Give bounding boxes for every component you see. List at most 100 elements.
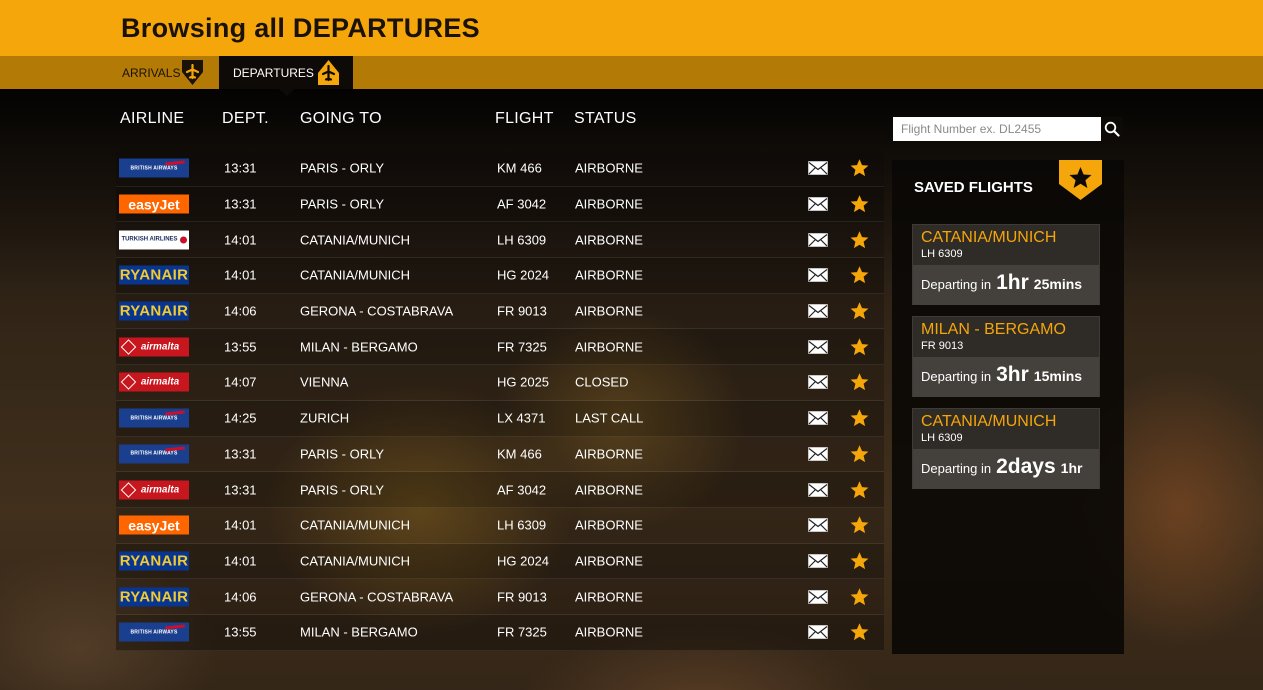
table-row[interactable]: BRITISH AIRWAYS 13:55 MILAN - BERGAMO FR 73…: [116, 614, 884, 651]
flight-status: AIRBORNE: [575, 446, 643, 462]
mail-icon[interactable]: [808, 268, 828, 283]
table-row[interactable]: RYANAIR 14:01 CATANIA/MUNICH HG 2024 AIRBORN…: [116, 543, 884, 580]
star-icon[interactable]: [850, 623, 869, 642]
destination: MILAN - BERGAMO: [300, 339, 418, 355]
page-title: Browsing all DEPARTURES: [121, 13, 480, 43]
departure-time: 13:55: [224, 624, 257, 640]
plane-arriving-icon: [182, 60, 203, 85]
airline-logo: TURKISH AIRLINES: [119, 230, 189, 250]
table-row[interactable]: airmalta 14:07 VIENNA HG 2025 CLOSED: [116, 365, 884, 401]
star-badge-icon: [1059, 160, 1102, 200]
table-row[interactable]: airmalta 13:55 MILAN - BERGAMO FR 7325 AIRBO…: [116, 329, 884, 366]
star-icon[interactable]: [850, 266, 869, 285]
star-icon[interactable]: [850, 302, 869, 321]
flight-number: LH 6309: [497, 517, 547, 533]
flight-status: AIRBORNE: [575, 267, 643, 283]
column-header-flight[interactable]: FLIGHT: [495, 110, 554, 128]
departure-time: 14:07: [224, 374, 257, 390]
flight-number: FR 9013: [497, 589, 547, 605]
flight-number: AF 3042: [497, 196, 547, 212]
star-icon[interactable]: [850, 195, 869, 214]
flight-status: AIRBORNE: [575, 232, 643, 248]
star-icon[interactable]: [850, 444, 869, 463]
mail-icon[interactable]: [808, 589, 828, 604]
table-row[interactable]: RYANAIR 14:06 GERONA - COSTABRAVA FR 9013 AI…: [116, 293, 884, 330]
mail-icon[interactable]: [808, 411, 828, 425]
column-header-dept[interactable]: DEPT.: [222, 110, 269, 128]
airline-logo: RYANAIR: [119, 301, 189, 321]
mail-icon[interactable]: [808, 518, 828, 532]
flight-status: AIRBORNE: [575, 482, 643, 498]
star-icon[interactable]: [850, 337, 869, 356]
column-header-going-to[interactable]: GOING TO: [300, 110, 382, 128]
mail-icon[interactable]: [808, 447, 828, 461]
table-row[interactable]: BRITISH AIRWAYS 14:25 ZURICH LX 4371 LAST CA…: [116, 400, 884, 437]
saved-flight-card[interactable]: MILAN - BERGAMO FR 9013 Departing in 3hr 15m…: [912, 316, 1100, 397]
departure-time: 13:31: [224, 482, 257, 498]
tab-arrivals[interactable]: ARRIVALS: [108, 56, 212, 89]
airline-logo: RYANAIR: [119, 551, 189, 571]
table-row[interactable]: easyJet 13:31 PARIS - ORLY AF 3042 AIRBORNE: [116, 186, 884, 223]
table-row[interactable]: airmalta 13:31 PARIS - ORLY AF 3042 AIRBORNE: [116, 472, 884, 508]
airline-logo: airmalta: [119, 480, 189, 500]
table-row[interactable]: TURKISH AIRLINES 14:01 CATANIA/MUNICH LH 63…: [116, 222, 884, 259]
star-icon[interactable]: [850, 551, 869, 570]
saved-flight-number: LH 6309: [921, 248, 963, 260]
departing-time-major: 2days: [996, 455, 1056, 478]
destination: CATANIA/MUNICH: [300, 553, 411, 569]
mail-icon[interactable]: [808, 340, 828, 354]
flight-status: CLOSED: [575, 374, 629, 390]
table-row[interactable]: easyJet 14:01 CATANIA/MUNICH LH 6309 AIRBORN…: [116, 507, 884, 544]
column-header-status[interactable]: STATUS: [574, 110, 637, 128]
mail-icon[interactable]: [808, 625, 828, 640]
airline-logo: airmalta: [119, 337, 189, 357]
tab-departures[interactable]: DEPARTURES: [219, 56, 353, 96]
search-icon: [1104, 121, 1120, 137]
search-button[interactable]: [1101, 117, 1123, 141]
departing-label: Departing in: [921, 277, 992, 292]
star-icon[interactable]: [850, 409, 869, 428]
star-icon[interactable]: [850, 516, 869, 535]
saved-flight-number: LH 6309: [921, 432, 963, 444]
star-icon[interactable]: [850, 230, 869, 249]
column-header-airline[interactable]: AIRLINE: [120, 110, 184, 128]
table-row[interactable]: BRITISH AIRWAYS 13:31 PARIS - ORLY KM 466 AI…: [116, 436, 884, 473]
departure-time: 13:55: [224, 339, 257, 355]
departing-time-major: 3hr: [996, 363, 1029, 386]
table-row[interactable]: BRITISH AIRWAYS 13:31 PARIS - ORLY KM 466 AI…: [116, 151, 884, 187]
star-icon[interactable]: [850, 159, 869, 178]
departure-time: 14:25: [224, 410, 257, 426]
destination: CATANIA/MUNICH: [300, 517, 411, 533]
star-icon[interactable]: [850, 587, 869, 606]
table-row[interactable]: RYANAIR 14:01 CATANIA/MUNICH HG 2024 AIRBORN…: [116, 258, 884, 294]
mail-icon[interactable]: [808, 161, 828, 176]
star-icon[interactable]: [850, 373, 869, 392]
destination: PARIS - ORLY: [300, 482, 385, 498]
destination: PARIS - ORLY: [300, 160, 385, 176]
mail-icon[interactable]: [808, 197, 828, 211]
mail-icon[interactable]: [808, 232, 828, 247]
destination: GERONA - COSTABRAVA: [300, 303, 454, 319]
departure-time: 14:01: [224, 232, 257, 248]
airline-logo: RYANAIR: [119, 265, 189, 285]
mail-icon[interactable]: [808, 482, 828, 497]
airline-logo: BRITISH AIRWAYS: [119, 408, 189, 428]
flight-status: AIRBORNE: [575, 196, 643, 212]
mail-icon[interactable]: [808, 304, 828, 318]
saved-destination: CATANIA/MUNICH: [921, 229, 1057, 246]
destination: GERONA - COSTABRAVA: [300, 589, 454, 605]
star-icon[interactable]: [850, 480, 869, 499]
departing-label: Departing in: [921, 369, 992, 384]
destination: ZURICH: [300, 410, 350, 426]
departure-time: 14:01: [224, 267, 257, 283]
flight-status: AIRBORNE: [575, 339, 643, 355]
saved-flight-card[interactable]: CATANIA/MUNICH LH 6309 Departing in 2days 1h…: [912, 408, 1100, 489]
tab-bar: ARRIVALS DEPARTURES: [0, 56, 1263, 141]
mail-icon[interactable]: [808, 554, 828, 568]
flight-number-search-input[interactable]: [893, 117, 1101, 141]
saved-flight-card[interactable]: CATANIA/MUNICH LH 6309 Departing in 1hr 25mi…: [912, 224, 1100, 305]
airline-logo: BRITISH AIRWAYS: [119, 622, 189, 642]
departure-time: 14:06: [224, 303, 257, 319]
mail-icon[interactable]: [808, 375, 828, 390]
table-row[interactable]: RYANAIR 14:06 GERONA - COSTABRAVA FR 9013 AI…: [116, 579, 884, 615]
